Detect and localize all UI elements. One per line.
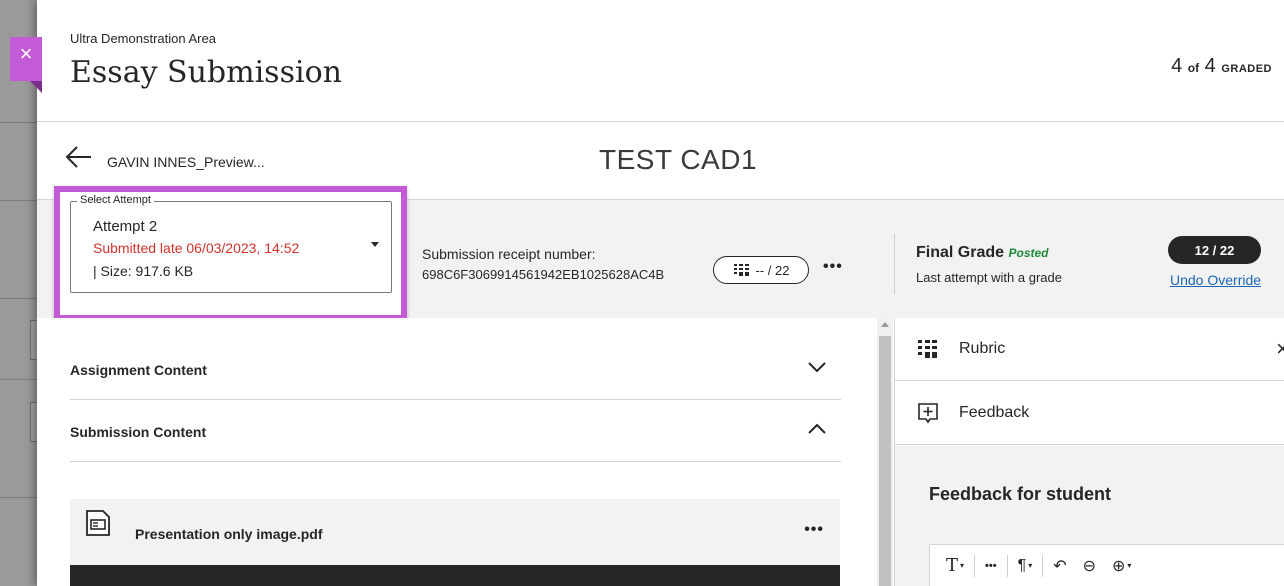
- feedback-add-icon: [918, 403, 938, 424]
- caret-down-icon: ▾: [1028, 561, 1033, 570]
- attempt-highlight-box: Select Attempt Attempt 2 Submitted late …: [54, 186, 407, 321]
- feedback-row[interactable]: Feedback: [895, 382, 1284, 445]
- attempt-grade-pill[interactable]: -- / 22: [713, 256, 809, 284]
- close-panel-button[interactable]: ×: [10, 37, 42, 93]
- submission-content-accordion[interactable]: Submission Content: [70, 400, 841, 462]
- caret-down-icon: [371, 242, 379, 247]
- caret-down-icon: ▾: [1127, 561, 1132, 570]
- select-attempt-dropdown[interactable]: Select Attempt Attempt 2 Submitted late …: [70, 194, 392, 293]
- paragraph-button[interactable]: ¶ ▾: [1012, 553, 1039, 579]
- scrollbar[interactable]: [877, 318, 893, 586]
- toolbar-separator: [974, 554, 976, 577]
- toolbar-separator: [1042, 554, 1044, 577]
- close-icon: ×: [19, 41, 33, 66]
- select-attempt-legend: Select Attempt: [77, 194, 154, 206]
- attempt-size: | Size: 917.6 KB: [93, 263, 194, 279]
- add-circle-icon: ⊕: [1112, 557, 1126, 575]
- scroll-thumb[interactable]: [879, 336, 891, 586]
- grading-side-panel: Rubric × Feedback Feedback for student T…: [894, 318, 1284, 586]
- close-button-fold: [30, 81, 42, 93]
- toolbar-separator: [1006, 554, 1008, 577]
- editor-toolbar: T ▾ ••• ¶ ▾ ↶ ⊖ ⊕ ▾: [929, 544, 1284, 586]
- attempt-grade-value: -- / 22: [755, 262, 790, 278]
- receipt-number: 698C6F3069914561942EB1025628AC4B: [422, 267, 665, 282]
- page-title: Essay Submission: [70, 55, 342, 90]
- scroll-up-icon[interactable]: [881, 322, 889, 327]
- final-grade-subtitle: Last attempt with a grade: [916, 270, 1062, 285]
- insert-content-button[interactable]: ⊕ ▾: [1106, 553, 1137, 579]
- course-name: Ultra Demonstration Area: [70, 31, 216, 46]
- background-divider: [0, 298, 40, 299]
- grading-panel: Ultra Demonstration Area Essay Submissio…: [37, 0, 1284, 586]
- attempt-late-status: Submitted late 06/03/2023, 14:52: [93, 240, 300, 256]
- divider: [894, 234, 895, 294]
- graded-total: 4: [1204, 55, 1216, 77]
- graded-label: GRADED: [1221, 63, 1272, 75]
- rubric-icon: [918, 340, 937, 358]
- text-format-icon: T: [946, 555, 959, 576]
- document-icon: [86, 510, 110, 536]
- undo-icon: ↶: [1053, 557, 1067, 575]
- file-name[interactable]: Presentation only image.pdf: [135, 526, 322, 542]
- posted-status: Posted: [1008, 246, 1049, 260]
- final-grade-label: Final Grade Posted: [916, 244, 1049, 262]
- more-formatting-button[interactable]: •••: [979, 553, 1003, 579]
- final-grade-badge[interactable]: 12 / 22: [1168, 236, 1261, 264]
- feedback-title: Feedback for student: [929, 484, 1112, 504]
- final-grade-text: Final Grade: [916, 244, 1005, 261]
- link-icon: ⊖: [1082, 557, 1097, 575]
- assignment-content-label: Assignment Content: [70, 362, 207, 378]
- text-format-button[interactable]: T ▾: [940, 553, 970, 579]
- rubric-label: Rubric: [959, 340, 1006, 357]
- close-icon[interactable]: ×: [1276, 336, 1284, 362]
- graded-number: 4: [1171, 55, 1183, 77]
- back-arrow-icon[interactable]: [63, 142, 93, 172]
- rubric-grid-icon: [733, 264, 749, 276]
- submission-content-label: Submission Content: [70, 424, 207, 440]
- paragraph-icon: ¶: [1017, 556, 1027, 574]
- submission-content-area: Assignment Content Submission Content Pr…: [37, 318, 877, 586]
- receipt-label: Submission receipt number:: [422, 246, 596, 262]
- graded-of: of: [1187, 61, 1200, 75]
- document-viewer-toolbar: [70, 565, 840, 586]
- caret-down-icon: ▾: [960, 561, 965, 570]
- attempt-bar: Select Attempt Attempt 2 Submitted late …: [37, 186, 1284, 321]
- undo-button[interactable]: ↶: [1047, 553, 1072, 579]
- assignment-title: TEST CAD1: [599, 144, 758, 175]
- panel-header: Ultra Demonstration Area Essay Submissio…: [37, 0, 1284, 122]
- background-divider: [0, 122, 40, 123]
- assignment-content-accordion[interactable]: Assignment Content: [70, 338, 841, 400]
- file-preview-card: Presentation only image.pdf •••: [70, 499, 840, 586]
- background-divider: [0, 497, 40, 498]
- link-button[interactable]: ⊖: [1077, 553, 1102, 579]
- chevron-up-icon: [808, 423, 826, 434]
- graded-count: 4 of 4 GRADED: [1171, 55, 1272, 78]
- student-name-link[interactable]: GAVIN INNES_Preview...: [107, 154, 265, 170]
- background-divider: [0, 379, 40, 380]
- feedback-area: Feedback for student T ▾ ••• ¶ ▾ ↶ ⊖ ⊕ ▾: [895, 446, 1284, 586]
- more-options-button[interactable]: •••: [823, 258, 843, 276]
- chevron-down-icon: [808, 362, 826, 373]
- undo-override-link[interactable]: Undo Override: [1170, 272, 1261, 288]
- rubric-row[interactable]: Rubric ×: [895, 318, 1284, 381]
- background-divider: [0, 200, 40, 201]
- attempt-name: Attempt 2: [93, 218, 158, 235]
- feedback-label: Feedback: [959, 404, 1030, 421]
- more-dots-icon: •••: [985, 559, 997, 572]
- file-options-button[interactable]: •••: [804, 521, 824, 539]
